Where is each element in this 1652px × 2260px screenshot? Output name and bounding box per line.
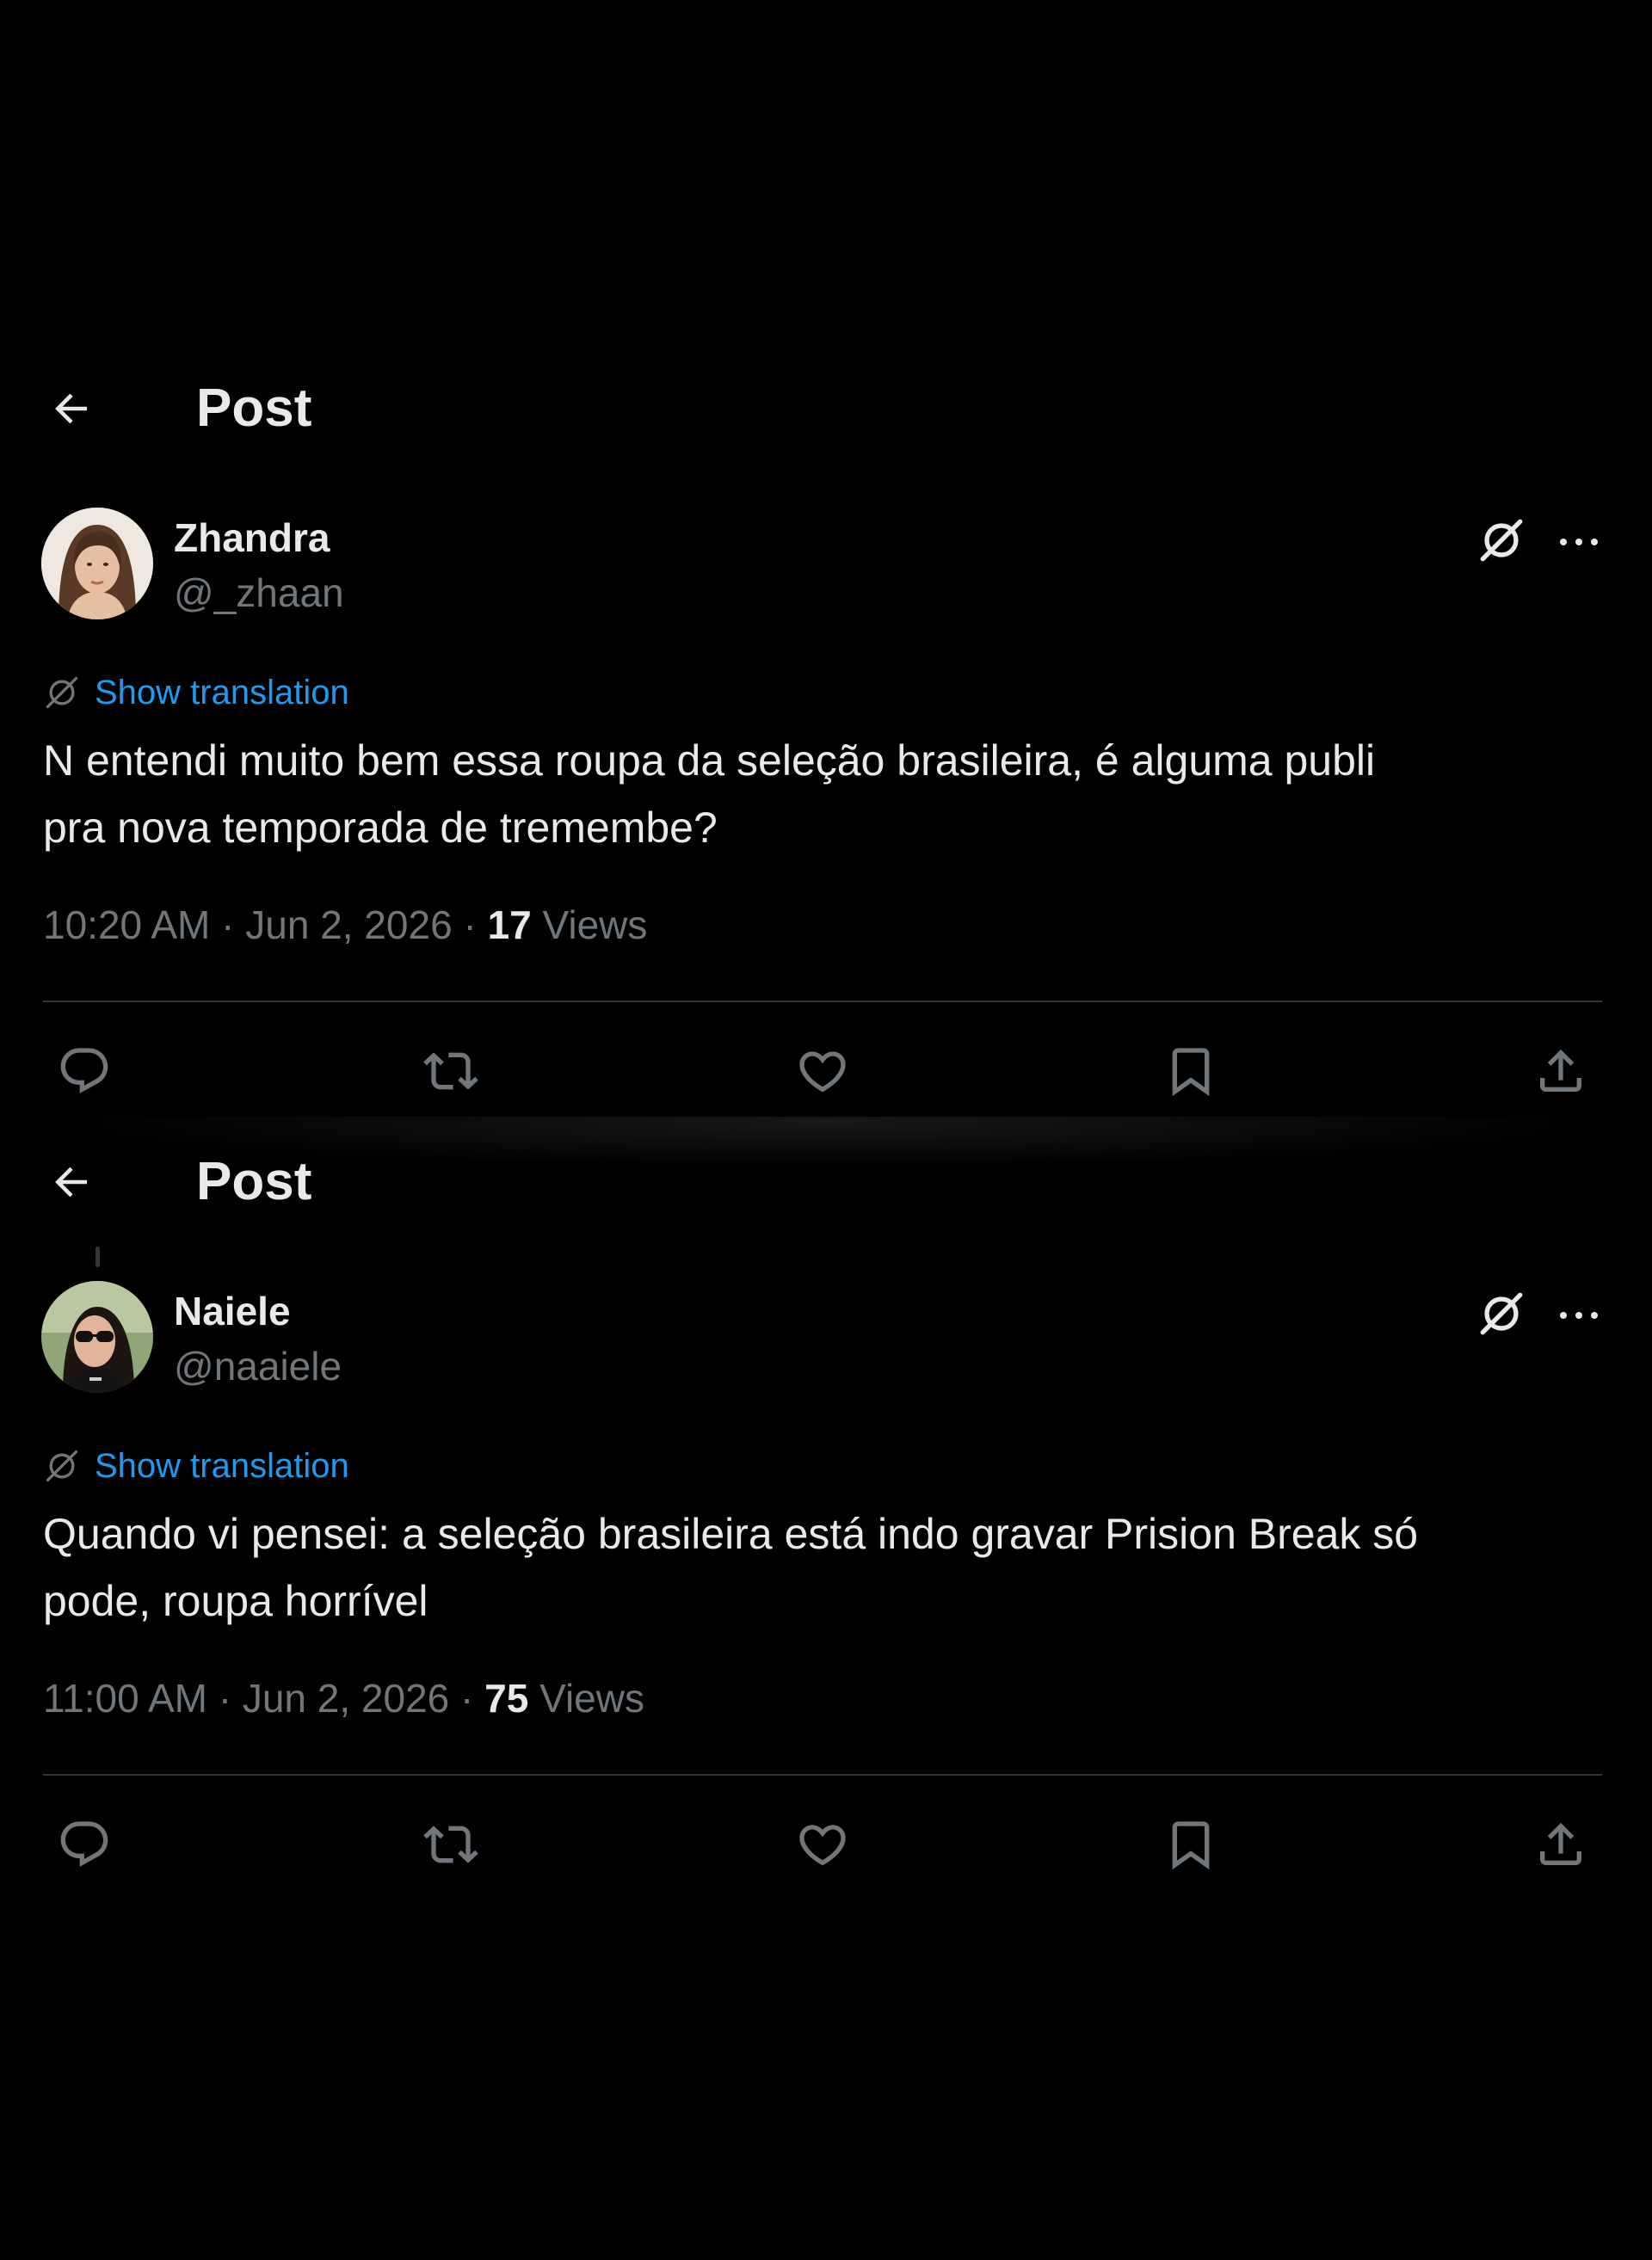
post-view-zhandra: Post Zhandra @_zhaan Show translation N … [0,348,1652,1123]
avatar[interactable] [41,508,153,619]
retweet-icon [423,1817,478,1872]
arrow-left-icon [48,385,95,432]
bookmark-button[interactable] [1156,1810,1225,1879]
like-button[interactable] [788,1037,857,1105]
grok-icon [1476,1289,1526,1339]
thread-connector-line [96,1247,100,1267]
views-label: Views [539,1676,644,1721]
views-label: Views [542,902,648,947]
bookmark-button[interactable] [1156,1037,1225,1105]
share-icon [1533,1044,1588,1099]
reply-icon [57,1817,112,1872]
show-translation-link[interactable]: Show translation [43,1440,349,1492]
meta-separator: · [449,1676,485,1721]
post-time[interactable]: 11:00 AM [43,1676,207,1721]
reply-button[interactable] [50,1037,119,1105]
post-date[interactable]: Jun 2, 2026 [243,1676,449,1721]
like-icon [795,1817,850,1872]
grok-translate-icon [43,674,81,711]
author-name[interactable]: Zhandra [174,514,330,562]
post-meta: 11:00 AM · Jun 2, 2026 · 75 Views [43,1672,644,1724]
author-name[interactable]: Naiele [174,1287,291,1335]
retweet-button[interactable] [416,1810,485,1879]
post-text: N entendi muito bem essa roupa da seleçã… [43,736,1376,852]
share-button[interactable] [1526,1810,1595,1879]
show-translation-label: Show translation [95,1447,349,1485]
page-title: Post [196,1152,312,1211]
more-options-button[interactable] [1549,512,1609,572]
show-translation-label: Show translation [95,674,349,711]
more-options-button[interactable] [1549,1285,1609,1346]
avatar[interactable] [41,1281,153,1393]
action-bar [0,1810,1652,1879]
author-handle[interactable]: @_zhaan [174,569,344,617]
retweet-icon [423,1044,478,1099]
page-title: Post [196,379,312,438]
post-meta: 10:20 AM · Jun 2, 2026 · 17 Views [43,899,647,951]
grok-button[interactable] [1471,510,1532,570]
like-button[interactable] [788,1810,857,1879]
meta-separator: · [452,902,488,947]
reply-icon [57,1044,112,1099]
back-button[interactable] [41,1152,102,1212]
arrow-left-icon [48,1159,95,1205]
views-count: 17 [487,902,532,947]
post-time[interactable]: 10:20 AM [43,902,210,947]
bookmark-icon [1163,1817,1218,1872]
meta-separator: · [206,1676,243,1721]
divider [43,1774,1602,1776]
show-translation-link[interactable]: Show translation [43,667,349,718]
post-header: Post [0,1122,1652,1234]
author-handle[interactable]: @naaiele [174,1342,342,1390]
bookmark-icon [1163,1044,1218,1099]
retweet-button[interactable] [416,1037,485,1105]
grok-button[interactable] [1471,1284,1532,1344]
like-icon [795,1044,850,1099]
share-icon [1533,1817,1588,1872]
post-view-naiele: Post Naiele @naaiele Show translation Qu… [0,1122,1652,1896]
post-text: Quando vi pensei: a seleção brasileira e… [43,1510,1419,1625]
grok-translate-icon [43,1447,81,1485]
more-icon [1558,1310,1600,1321]
views-count: 75 [484,1676,529,1721]
meta-separator: · [210,902,246,947]
back-button[interactable] [41,379,102,439]
post-date[interactable]: Jun 2, 2026 [245,902,452,947]
divider [43,1001,1602,1002]
action-bar [0,1037,1652,1105]
post-header: Post [0,348,1652,460]
reply-button[interactable] [50,1810,119,1879]
grok-icon [1476,515,1526,565]
share-button[interactable] [1526,1037,1595,1105]
more-icon [1558,537,1600,547]
